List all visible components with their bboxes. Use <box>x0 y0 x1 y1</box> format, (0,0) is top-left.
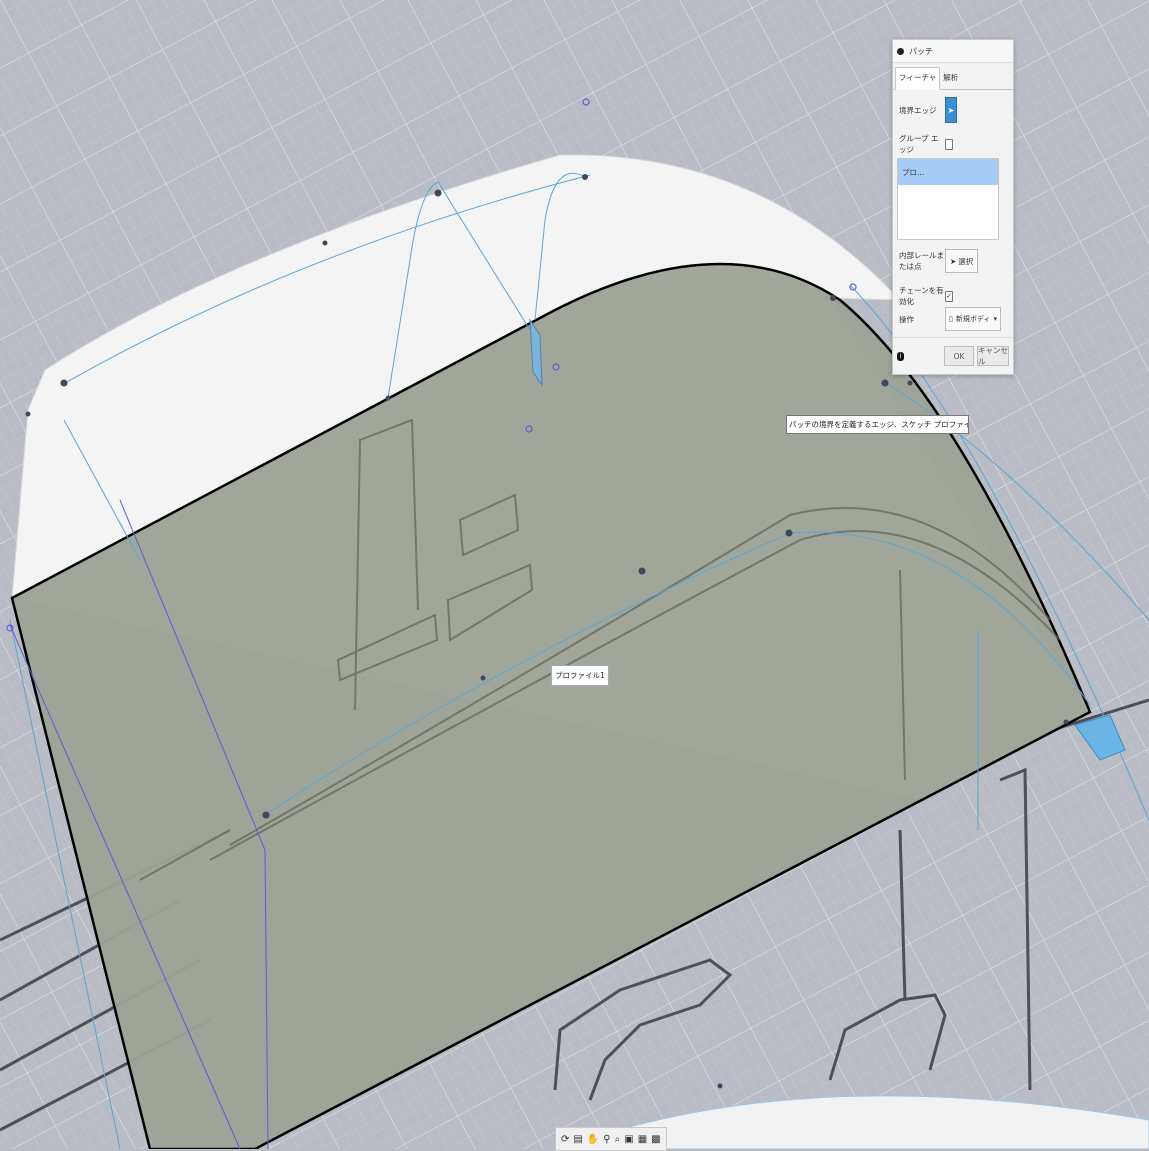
interior-rails-select-button[interactable]: ➤ 選択 <box>945 249 979 273</box>
group-edges-checkbox[interactable] <box>945 138 953 150</box>
cursor-arrow-icon: ➤ <box>947 105 955 115</box>
boundary-edges-select-button[interactable]: ➤ <box>945 97 957 123</box>
visual-style-icon[interactable]: ▦ <box>638 1134 647 1145</box>
boundary-edges-row: 境界エッジ ➤ <box>899 97 957 123</box>
selection-tooltip: パッチの境界を定義するエッジ、スケッチ プロファイル、またはスケッチ曲線を選択 <box>786 415 969 434</box>
navigation-toolbar: ⟳ ▤ ✋ ⚲ ⌕ ▣ ▦ ▩ <box>555 1127 667 1151</box>
operation-row: 操作 ▯ 新規ボディ ▾ <box>899 307 1001 331</box>
zoom-window-icon[interactable]: ⌕ <box>615 1134 621 1145</box>
group-edges-row: グループ エッジ <box>899 133 953 155</box>
group-edges-label: グループ エッジ <box>899 134 939 154</box>
checkmark-icon: ✓ <box>946 291 952 300</box>
tab-features[interactable]: フィーチャ <box>895 67 941 90</box>
cursor-arrow-icon: ➤ <box>950 256 957 266</box>
profile-label[interactable]: プロファイル1 <box>551 665 609 686</box>
patch-dialog: パッチ フィーチャ 解析 境界エッジ ➤ グループ エッジ プロ... 内部レー… <box>892 39 1014 375</box>
interior-rails-label: 内部レールまたは点 <box>899 251 944 271</box>
dialog-header[interactable]: パッチ <box>893 40 1013 63</box>
dialog-title: パッチ <box>909 46 933 56</box>
chevron-down-icon: ▾ <box>993 315 997 323</box>
patch-command-icon <box>897 47 904 55</box>
dialog-tabs: フィーチャ 解析 <box>893 63 1013 90</box>
enable-chaining-row: チェーンを有効化 ✓ <box>899 285 953 307</box>
cancel-button[interactable]: キャンセル <box>977 346 1009 366</box>
hand-icon[interactable]: ✋ <box>587 1134 599 1145</box>
new-body-icon: ▯ <box>949 315 953 323</box>
select-button-label: 選択 <box>958 256 974 266</box>
operation-dropdown[interactable]: ▯ 新規ボディ ▾ <box>945 307 1001 331</box>
interior-rails-row: 内部レールまたは点 ➤ 選択 <box>899 249 979 273</box>
boundary-edges-label: 境界エッジ <box>899 105 937 115</box>
grid-icon[interactable]: ▩ <box>651 1134 660 1145</box>
pan-look-icon[interactable]: ▤ <box>573 1134 582 1145</box>
enable-chaining-checkbox[interactable]: ✓ <box>945 290 953 302</box>
ok-button[interactable]: OK <box>944 346 974 366</box>
enable-chaining-label: チェーンを有効化 <box>899 286 944 306</box>
display-mode-icon[interactable]: ▣ <box>624 1134 633 1145</box>
tab-analysis[interactable]: 解析 <box>940 68 961 89</box>
selection-list[interactable]: プロ... <box>897 158 999 240</box>
info-icon[interactable]: i <box>897 351 904 361</box>
dialog-footer: i OK キャンセル <box>893 337 1013 374</box>
selection-list-item[interactable]: プロ... <box>898 159 998 185</box>
orbit-icon[interactable]: ⟳ <box>561 1134 569 1145</box>
operation-label: 操作 <box>899 314 914 324</box>
zoom-icon[interactable]: ⚲ <box>603 1134 610 1145</box>
operation-value: 新規ボディ <box>955 315 991 323</box>
